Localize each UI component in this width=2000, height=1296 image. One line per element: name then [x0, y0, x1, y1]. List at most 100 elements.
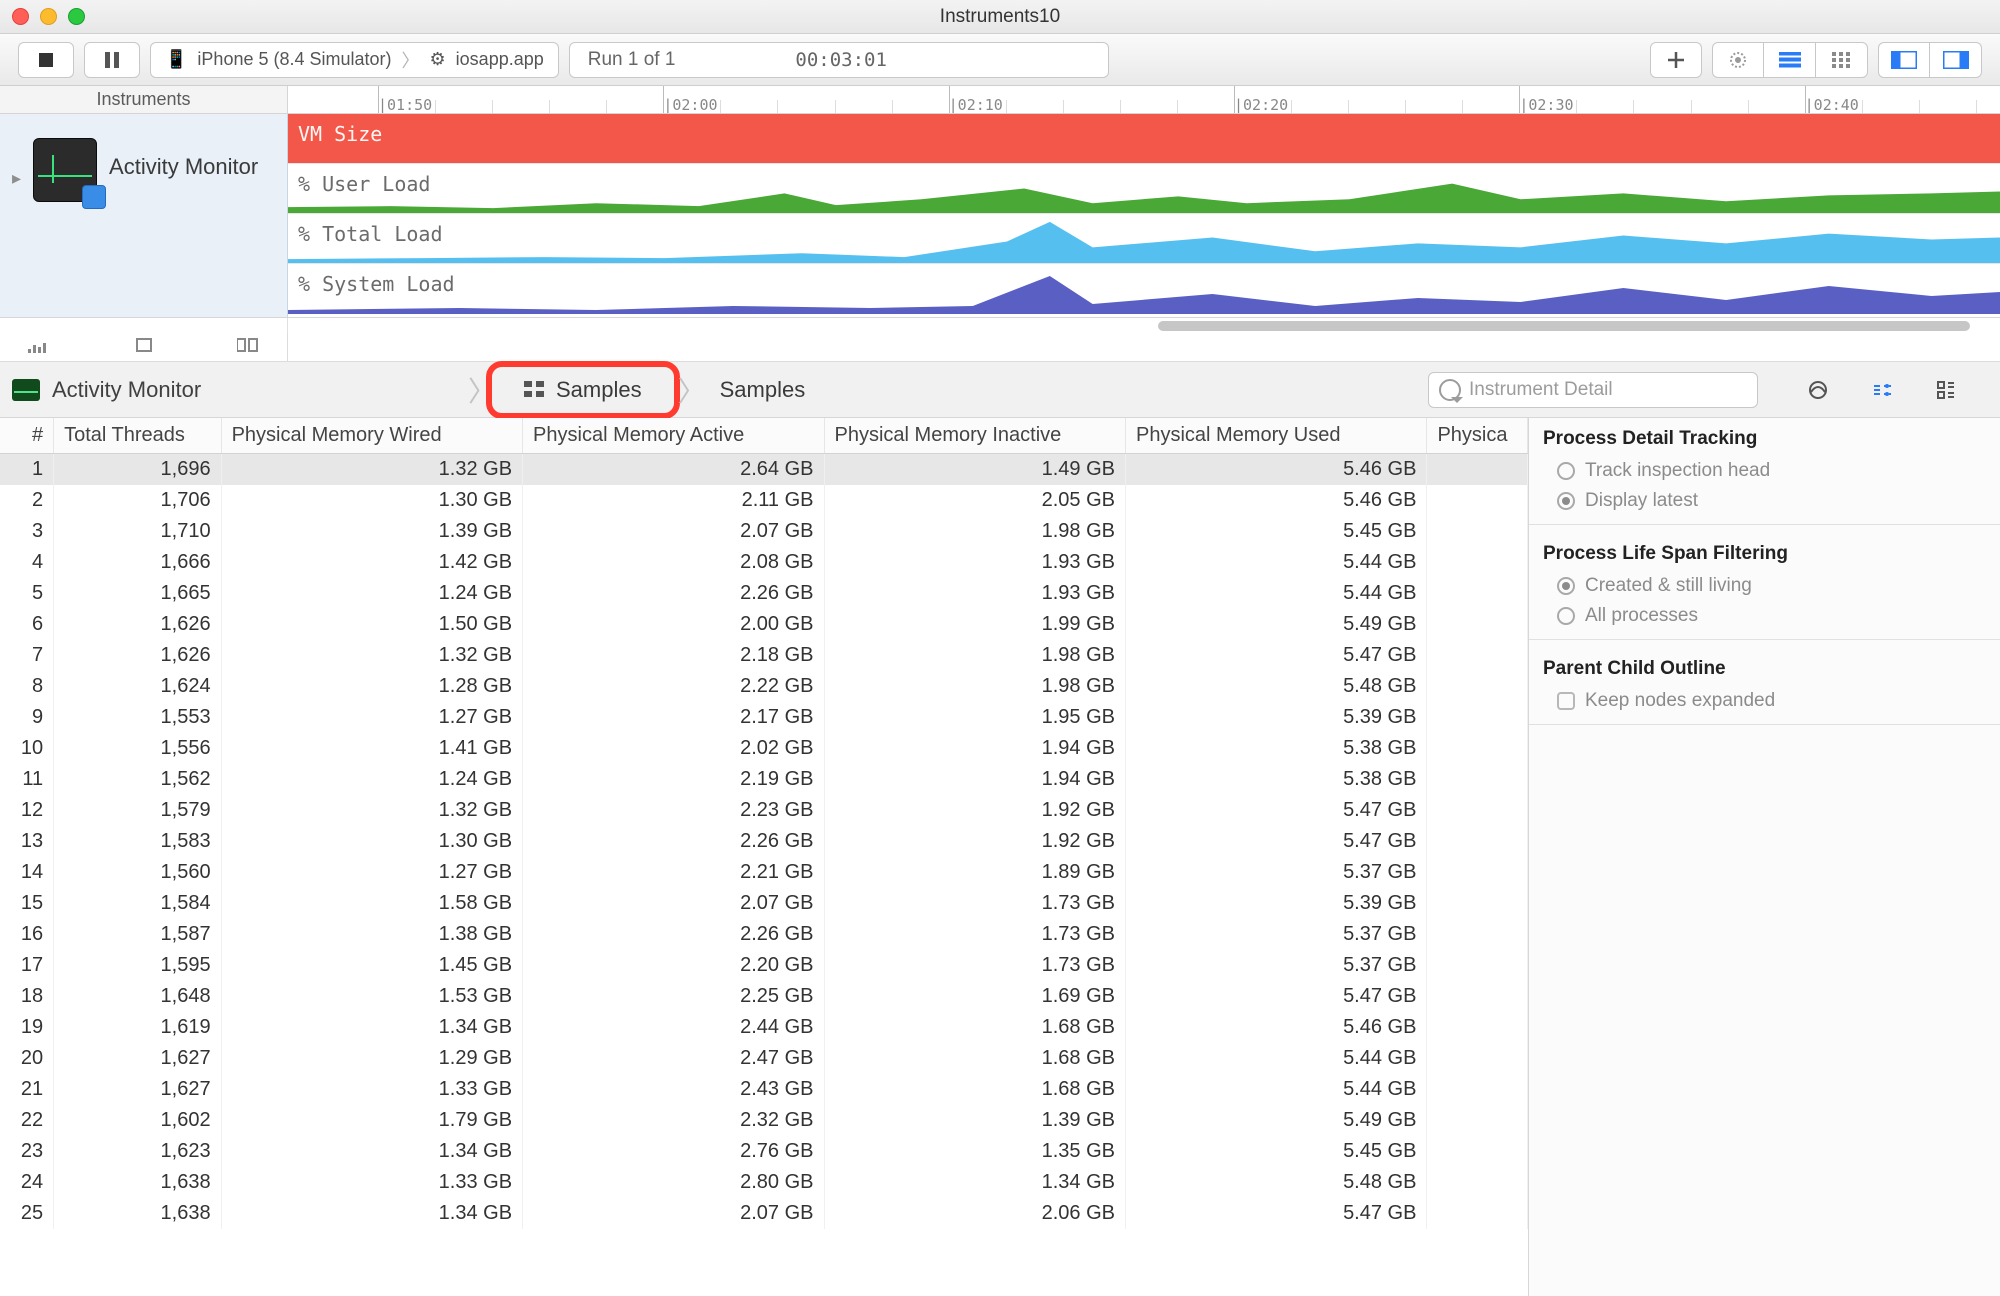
table-row[interactable]: 131,5831.30 GB2.26 GB1.92 GB5.47 GB: [0, 826, 1528, 857]
table-row[interactable]: 221,6021.79 GB2.32 GB1.39 GB5.49 GB: [0, 1105, 1528, 1136]
cell: [1427, 1043, 1528, 1074]
table-row[interactable]: 211,6271.33 GB2.43 GB1.68 GB5.44 GB: [0, 1074, 1528, 1105]
crumb-samples-2[interactable]: Samples: [704, 377, 822, 403]
doc-icon[interactable]: [135, 337, 153, 359]
strategy-icon[interactable]: [28, 337, 50, 359]
table-row[interactable]: 71,6261.32 GB2.18 GB1.98 GB5.47 GB: [0, 640, 1528, 671]
view-mode-segment: [1712, 42, 1868, 78]
table-row[interactable]: 61,6261.50 GB2.00 GB1.99 GB5.49 GB: [0, 609, 1528, 640]
column-header[interactable]: Physical Memory Active: [523, 418, 824, 454]
table-row[interactable]: 251,6381.34 GB2.07 GB2.06 GB5.47 GB: [0, 1198, 1528, 1229]
strategy-view-button[interactable]: [1712, 42, 1764, 78]
cell: 2.07 GB: [523, 888, 824, 919]
samples-table[interactable]: #Total ThreadsPhysical Memory WiredPhysi…: [0, 418, 1528, 1229]
option-track-inspection-head[interactable]: Track inspection head: [1529, 456, 2000, 486]
column-header[interactable]: Physical Memory Inactive: [824, 418, 1125, 454]
cell: 1,583: [54, 826, 221, 857]
table-row[interactable]: 231,6231.34 GB2.76 GB1.35 GB5.45 GB: [0, 1136, 1528, 1167]
scrollbar-thumb[interactable]: [1158, 321, 1970, 331]
run-status[interactable]: Run 1 of 1 00:03:01: [569, 42, 1109, 78]
ruler-tick: |02:40: [1805, 96, 1859, 113]
device-icon: 📱: [165, 49, 187, 70]
cell: 5.48 GB: [1125, 671, 1426, 702]
cell: 1.32 GB: [221, 795, 522, 826]
cell: 1.33 GB: [221, 1074, 522, 1105]
column-header[interactable]: Physica: [1427, 418, 1528, 454]
samples-table-wrap: #Total ThreadsPhysical Memory WiredPhysi…: [0, 418, 1528, 1296]
column-header[interactable]: Physical Memory Wired: [221, 418, 522, 454]
table-row[interactable]: 11,6961.32 GB2.64 GB1.49 GB5.46 GB: [0, 454, 1528, 486]
table-row[interactable]: 141,5601.27 GB2.21 GB1.89 GB5.37 GB: [0, 857, 1528, 888]
view-switch-row: [0, 334, 2000, 362]
display-settings-icon[interactable]: [1868, 376, 1896, 404]
stop-button[interactable]: [18, 42, 74, 78]
add-button[interactable]: [1650, 42, 1702, 78]
cell: [1427, 609, 1528, 640]
table-row[interactable]: 91,5531.27 GB2.17 GB1.95 GB5.39 GB: [0, 702, 1528, 733]
cell: 1.35 GB: [824, 1136, 1125, 1167]
table-row[interactable]: 31,7101.39 GB2.07 GB1.98 GB5.45 GB: [0, 516, 1528, 547]
main-split: #Total ThreadsPhysical Memory WiredPhysi…: [0, 418, 2000, 1296]
track-system-load[interactable]: % System Load: [288, 264, 2000, 314]
option-display-latest[interactable]: Display latest: [1529, 486, 2000, 516]
instrument-header[interactable]: ▸ Activity Monitor: [0, 114, 288, 317]
column-header[interactable]: Total Threads: [54, 418, 221, 454]
option-label: Display latest: [1585, 490, 1698, 512]
table-row[interactable]: 121,5791.32 GB2.23 GB1.92 GB5.47 GB: [0, 795, 1528, 826]
table-row[interactable]: 21,7061.30 GB2.11 GB2.05 GB5.46 GB: [0, 485, 1528, 516]
cell: 1.53 GB: [221, 981, 522, 1012]
track-vm-size[interactable]: VM Size: [288, 114, 2000, 164]
option-keep-expanded[interactable]: Keep nodes expanded: [1529, 686, 2000, 716]
pause-button[interactable]: [84, 42, 140, 78]
table-row[interactable]: 181,6481.53 GB2.25 GB1.69 GB5.47 GB: [0, 981, 1528, 1012]
cell: 5.46 GB: [1125, 454, 1426, 486]
option-label: Track inspection head: [1585, 460, 1770, 482]
search-placeholder: Instrument Detail: [1469, 379, 1613, 401]
cell: 2.26 GB: [523, 578, 824, 609]
option-label: Created & still living: [1585, 575, 1752, 597]
target-breadcrumb[interactable]: 📱 iPhone 5 (8.4 Simulator) 〉 ⚙︎ iosapp.a…: [150, 42, 559, 78]
table-row[interactable]: 161,5871.38 GB2.26 GB1.73 GB5.37 GB: [0, 919, 1528, 950]
timeline-ruler[interactable]: |01:50|02:00|02:10|02:20|02:30|02:40: [288, 86, 2000, 113]
option-created-living[interactable]: Created & still living: [1529, 571, 2000, 601]
record-settings-icon[interactable]: [1804, 376, 1832, 404]
track-total-load[interactable]: % Total Load: [288, 214, 2000, 264]
table-row[interactable]: 81,6241.28 GB2.22 GB1.98 GB5.48 GB: [0, 671, 1528, 702]
table-row[interactable]: 41,6661.42 GB2.08 GB1.93 GB5.44 GB: [0, 547, 1528, 578]
option-all-processes[interactable]: All processes: [1529, 601, 2000, 631]
left-panel-button[interactable]: [1878, 42, 1930, 78]
table-row[interactable]: 151,5841.58 GB2.07 GB1.73 GB5.39 GB: [0, 888, 1528, 919]
cell: 14: [0, 857, 54, 888]
radio-icon: [1557, 607, 1575, 625]
table-row[interactable]: 51,6651.24 GB2.26 GB1.93 GB5.44 GB: [0, 578, 1528, 609]
cell: 1.24 GB: [221, 578, 522, 609]
grid-view-button[interactable]: [1816, 42, 1868, 78]
table-row[interactable]: 111,5621.24 GB2.19 GB1.94 GB5.38 GB: [0, 764, 1528, 795]
radio-icon: [1557, 577, 1575, 595]
cell: 5.47 GB: [1125, 640, 1426, 671]
cell: [1427, 702, 1528, 733]
cell: 1.34 GB: [221, 1198, 522, 1229]
track-user-load[interactable]: % User Load: [288, 164, 2000, 214]
table-row[interactable]: 201,6271.29 GB2.47 GB1.68 GB5.44 GB: [0, 1043, 1528, 1074]
right-panel-button[interactable]: [1930, 42, 1982, 78]
crumb-samples[interactable]: Samples: [508, 377, 658, 403]
compare-icon[interactable]: [237, 337, 259, 359]
cell: 5.37 GB: [1125, 857, 1426, 888]
disclosure-triangle-icon[interactable]: ▸: [12, 168, 21, 189]
cell: 2.11 GB: [523, 485, 824, 516]
column-header[interactable]: Physical Memory Used: [1125, 418, 1426, 454]
table-row[interactable]: 101,5561.41 GB2.02 GB1.94 GB5.38 GB: [0, 733, 1528, 764]
target-label: iosapp.app: [456, 49, 544, 70]
titlebar: Instruments10: [0, 0, 2000, 34]
column-header[interactable]: #: [0, 418, 54, 454]
extended-detail-icon[interactable]: [1932, 376, 1960, 404]
cell: 5.37 GB: [1125, 919, 1426, 950]
table-row[interactable]: 171,5951.45 GB2.20 GB1.73 GB5.37 GB: [0, 950, 1528, 981]
table-row[interactable]: 241,6381.33 GB2.80 GB1.34 GB5.48 GB: [0, 1167, 1528, 1198]
list-view-button[interactable]: [1764, 42, 1816, 78]
instrument-detail-search[interactable]: Instrument Detail: [1428, 372, 1758, 408]
table-row[interactable]: 191,6191.34 GB2.44 GB1.68 GB5.46 GB: [0, 1012, 1528, 1043]
cell: 2.17 GB: [523, 702, 824, 733]
instrument-name: Activity Monitor: [109, 154, 258, 180]
